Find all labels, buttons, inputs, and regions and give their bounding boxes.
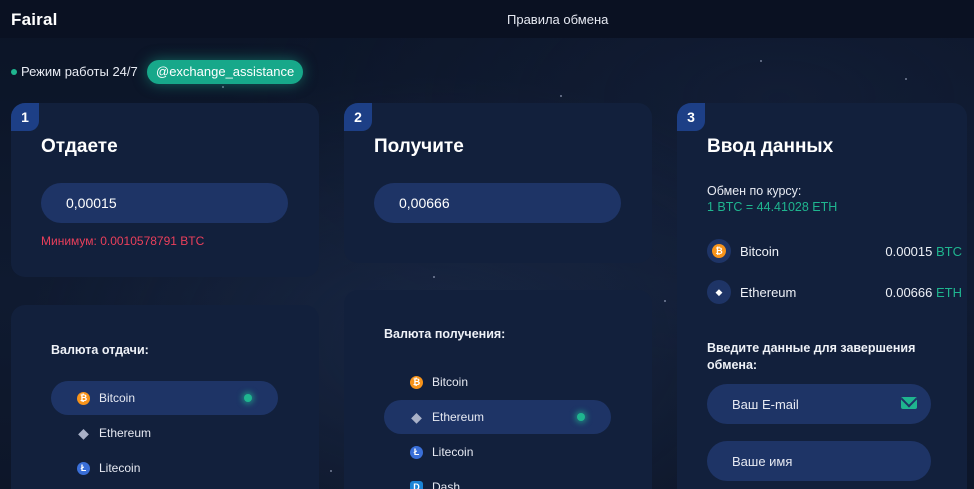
summary-currency: BTC	[936, 244, 962, 259]
bitcoin-icon: ₿	[77, 391, 90, 405]
summary-amount-value: 0.00015	[885, 244, 933, 259]
bitcoin-icon: ₿	[707, 239, 731, 263]
step-badge: 3	[677, 103, 705, 131]
option-label: Litecoin	[99, 461, 141, 475]
name-input[interactable]	[707, 441, 931, 481]
receive-card: 2 Получите	[344, 103, 652, 263]
litecoin-icon: Ł	[410, 445, 423, 459]
summary-amount-value: 0.00666	[885, 285, 933, 300]
option-label: Bitcoin	[99, 391, 136, 405]
mail-icon	[901, 397, 917, 409]
minimum-amount-warning: Минимум: 0.0010578791 BTC	[41, 234, 205, 248]
email-input[interactable]	[707, 384, 931, 424]
receive-option-dash[interactable]: D Dash	[384, 470, 611, 489]
option-label: Ethereum	[432, 410, 485, 424]
ethereum-icon: ◆	[411, 408, 422, 425]
top-bar: Fairal Правила обмена	[0, 0, 974, 38]
online-status-dot	[11, 69, 17, 75]
background-star	[222, 86, 224, 88]
details-card: 3 Ввод данных Обмен по курсу: 1 BTC = 44…	[677, 103, 967, 489]
give-card: 1 Отдаете Минимум: 0.0010578791 BTC	[11, 103, 319, 277]
work-hours-text: Режим работы 24/7	[21, 64, 138, 79]
summary-coin-name: Ethereum	[740, 285, 797, 300]
enter-details-label: Введите данные для завершения обмена:	[707, 341, 916, 372]
step-badge: 1	[11, 103, 39, 131]
summary-currency: ETH	[936, 285, 962, 300]
receive-currency-card: Валюта получения: ₿ Bitcoin ◆ Ethereum Ł…	[344, 290, 652, 489]
summary-amount: 0.00666 ETH	[885, 285, 962, 300]
option-label: Bitcoin	[432, 375, 469, 389]
background-star	[560, 95, 562, 97]
give-currency-card: Валюта отдачи: ₿ Bitcoin ◆ Ethereum Ł Li…	[11, 305, 319, 489]
email-field	[707, 384, 931, 424]
details-title: Ввод данных	[707, 136, 834, 157]
summary-row-receive: ◆ Ethereum 0.00666 ETH	[707, 280, 962, 306]
receive-option-bitcoin[interactable]: ₿ Bitcoin	[384, 365, 611, 399]
summary-row-give: ₿ Bitcoin 0.00015 BTC	[707, 239, 962, 265]
receive-title: Получите	[374, 136, 464, 157]
step-badge: 2	[344, 103, 372, 131]
litecoin-icon: Ł	[77, 461, 90, 475]
give-amount-input[interactable]	[41, 183, 288, 223]
background-star	[905, 78, 907, 80]
selected-indicator	[577, 413, 585, 421]
exchange-rules-link[interactable]: Правила обмена	[507, 12, 608, 27]
brand-logo[interactable]: Fairal	[11, 10, 58, 30]
give-option-bitcoin[interactable]: ₿ Bitcoin	[51, 381, 278, 415]
dash-icon: D	[410, 480, 423, 489]
option-label: Dash	[432, 480, 461, 489]
selected-indicator	[244, 394, 252, 402]
ethereum-icon: ◆	[78, 424, 89, 441]
give-option-ethereum[interactable]: ◆ Ethereum	[51, 416, 278, 450]
summary-coin-name: Bitcoin	[740, 244, 780, 259]
ethereum-icon: ◆	[707, 280, 731, 304]
receive-currency-title: Валюта получения:	[384, 327, 506, 341]
summary-amount: 0.00015 BTC	[885, 244, 962, 259]
option-label: Litecoin	[432, 445, 474, 459]
receive-option-ethereum[interactable]: ◆ Ethereum	[384, 400, 611, 434]
background-star	[760, 60, 762, 62]
background-star	[433, 276, 435, 278]
give-option-litecoin[interactable]: Ł Litecoin	[51, 451, 278, 485]
bitcoin-icon: ₿	[410, 375, 423, 389]
give-title: Отдаете	[41, 136, 118, 157]
receive-option-litecoin[interactable]: Ł Litecoin	[384, 435, 611, 469]
support-contact-button[interactable]: @exchange_assistance	[147, 60, 304, 84]
give-currency-title: Валюта отдачи:	[51, 343, 149, 357]
exchange-rate-label: Обмен по курсу:	[707, 184, 802, 198]
background-star	[330, 470, 332, 472]
receive-amount-input[interactable]	[374, 183, 621, 223]
background-star	[664, 300, 666, 302]
name-field	[707, 441, 931, 481]
option-label: Ethereum	[99, 426, 152, 440]
exchange-rate-value: 1 BTC = 44.41028 ETH	[707, 200, 838, 214]
